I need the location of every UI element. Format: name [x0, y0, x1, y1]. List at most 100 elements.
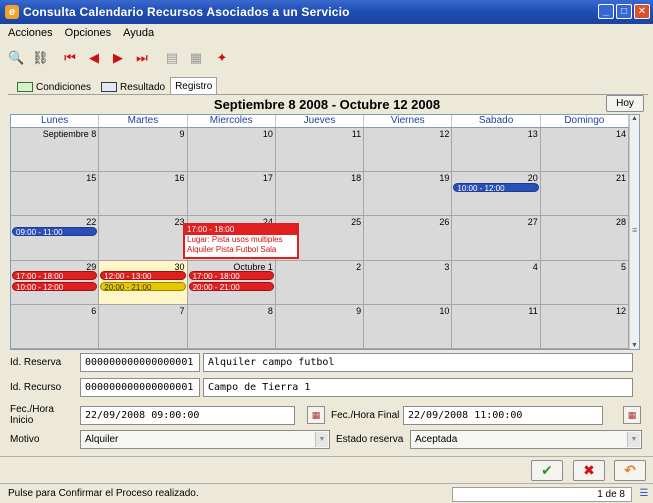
tab-registro[interactable]: Registro [170, 77, 218, 95]
calendar-day-cell[interactable]: 17 [187, 172, 276, 217]
calendar-day-cell[interactable]: 11 [452, 304, 541, 349]
fec-final-field[interactable]: 22/09/2008 11:00:00 [403, 405, 603, 425]
menu-acciones[interactable]: Acciones [8, 27, 53, 39]
undo-button[interactable]: ↶ [614, 460, 646, 481]
calendar-week: 29 17:00 - 18:00 10:00 - 12:00 30 12:00 … [11, 260, 629, 305]
calendar-day-cell[interactable]: 5 [540, 260, 629, 305]
calendar-event[interactable]: 10:00 - 12:00 [12, 281, 98, 291]
calendar-day-cell[interactable]: 9 [99, 128, 188, 173]
calendar-day-cell[interactable]: 28 [540, 216, 629, 261]
calendar-week: 6 7 8 9 10 11 12 [11, 304, 629, 349]
calendar-day-cell[interactable]: 23 [99, 216, 188, 261]
id-recurso-field[interactable]: 000000000000000001 [80, 378, 200, 397]
calendar-day-cell[interactable]: 20 10:00 - 12:00 [452, 172, 541, 217]
calendar-event[interactable]: 20:00 - 21:00 [100, 281, 186, 291]
id-recurso-row: Id. Recurso 000000000000000001 Campo de … [10, 378, 633, 397]
next-record-icon[interactable]: ▶ [110, 50, 126, 66]
first-record-icon[interactable]: ⏮ [62, 50, 78, 66]
calendar-event[interactable]: 20:00 - 21:00 [188, 281, 274, 291]
estado-select[interactable]: Aceptada ▼ [410, 430, 642, 449]
calendar-day-cell[interactable]: 8 [187, 304, 276, 349]
id-reserva-label: Id. Reserva [10, 357, 62, 368]
scroll-down-icon[interactable]: ▼ [630, 342, 639, 349]
calendar-day-cell[interactable]: 12 [540, 304, 629, 349]
day-number: 12 [615, 305, 626, 316]
maximize-button[interactable]: □ [616, 4, 632, 19]
menu-bar: Acciones Opciones Ayuda [0, 24, 653, 42]
calendar-day-cell[interactable]: 16 [99, 172, 188, 217]
motivo-select[interactable]: Alquiler ▼ [80, 430, 330, 449]
fec-inicio-field[interactable]: 22/09/2008 09:00:00 [80, 405, 295, 425]
tab-resultado[interactable]: Resultado [96, 79, 170, 95]
calendar-event[interactable]: 10:00 - 12:00 [453, 183, 539, 193]
calendar-day-cell[interactable]: 10 [364, 304, 453, 349]
close-button[interactable]: ✕ [634, 4, 650, 19]
calendar-day-cell[interactable]: 22 09:00 - 11:00 [11, 216, 100, 261]
navigation-icon[interactable]: ☰ [638, 488, 650, 500]
calendar-picker-icon[interactable]: ▦ [307, 406, 325, 424]
calendar-day-cell[interactable]: 13 [452, 128, 541, 173]
chevron-down-icon[interactable]: ▼ [315, 432, 328, 447]
calendar-day-cell[interactable]: 21 [540, 172, 629, 217]
page-indicator: 1 de 8 [597, 489, 625, 500]
cancel-button[interactable]: ✖ [573, 460, 605, 481]
status-bar: Pulse para Confirmar el Proceso realizad… [0, 483, 653, 503]
search-icon[interactable]: 🔍 [8, 50, 24, 66]
calendar-event[interactable]: 17:00 - 18:00 [12, 270, 98, 280]
calendar-day-cell[interactable]: 12 [364, 128, 453, 173]
calendar-day-cell-today[interactable]: 30 12:00 - 13:00 20:00 - 21:00 [99, 260, 188, 305]
menu-opciones[interactable]: Opciones [65, 27, 111, 39]
calendar-day-cell[interactable]: 19 [364, 172, 453, 217]
day-number: 12 [439, 129, 450, 139]
id-recurso-description: Campo de Tierra 1 [203, 378, 633, 397]
id-reserva-field[interactable]: 000000000000000001 [80, 353, 200, 372]
calendar-day-cell[interactable]: Septiembre 8 [11, 128, 100, 173]
calendar-event[interactable]: 09:00 - 11:00 [12, 227, 98, 237]
last-record-icon[interactable]: ⏭ [134, 50, 150, 66]
day-number: 22 [86, 217, 97, 228]
calendar-event[interactable]: 12:00 - 13:00 [100, 270, 186, 280]
document-icon[interactable]: ▤ [164, 50, 180, 66]
exit-icon[interactable]: ✦ [214, 50, 230, 66]
calendar-day-cell[interactable]: 9 [275, 304, 365, 349]
calendar-day-cell[interactable]: 26 [364, 216, 453, 261]
calendar-week: 15 16 17 18 19 20 10:00 - 12:00 21 [11, 172, 629, 217]
day-number: 15 [86, 173, 97, 184]
calendar-day-cell[interactable]: 29 17:00 - 18:00 10:00 - 12:00 [11, 260, 100, 305]
scroll-up-icon[interactable]: ▲ [630, 115, 639, 122]
day-number: 27 [527, 217, 538, 228]
confirm-button[interactable]: ✔ [531, 460, 563, 481]
calendar-day-cell[interactable]: 2 [275, 260, 365, 305]
motivo-value: Alquiler [85, 434, 119, 445]
calendar-event[interactable]: 17:00 - 18:00 [188, 270, 274, 280]
calendar-week: 22 09:00 - 11:00 23 24 25 26 27 28 [11, 216, 629, 261]
day-number: 10 [262, 129, 273, 139]
calendar-day-cell[interactable]: 15 [11, 172, 100, 217]
calendar-day-cell[interactable]: 11 [275, 128, 365, 173]
scroll-grip-icon[interactable]: ≡ [632, 225, 637, 235]
motivo-row: Motivo Alquiler ▼ Estado reserva Aceptad… [10, 430, 642, 449]
print-icon[interactable]: ▦ [188, 50, 204, 66]
previous-record-icon[interactable]: ◀ [86, 50, 102, 66]
tab-condiciones[interactable]: Condiciones [12, 79, 96, 95]
chevron-down-icon[interactable]: ▼ [627, 432, 640, 447]
calendar-picker-icon[interactable]: ▦ [623, 406, 641, 424]
binoculars-icon[interactable]: ⛓ [32, 50, 49, 66]
estado-label: Estado reserva [336, 434, 404, 445]
weekday-sabado: Sabado [452, 115, 541, 127]
calendar-day-cell[interactable]: 6 [11, 304, 100, 349]
today-button[interactable]: Hoy [606, 95, 644, 112]
calendar-day-cell[interactable]: 3 [364, 260, 453, 305]
calendar-day-cell[interactable]: 10 [187, 128, 276, 173]
tab-label: Condiciones [36, 81, 92, 93]
calendar-day-cell[interactable]: 27 [452, 216, 541, 261]
calendar-day-cell[interactable]: Octubre 1 17:00 - 18:00 20:00 - 21:00 [187, 260, 276, 305]
calendar-day-cell[interactable]: 7 [99, 304, 188, 349]
calendar-day-cell[interactable]: 18 [275, 172, 365, 217]
calendar-day-cell[interactable]: 14 [540, 128, 629, 173]
minimize-button[interactable]: _ [598, 4, 614, 19]
day-number: 9 [179, 129, 185, 139]
calendar-scrollbar[interactable]: ▲ ≡ ▼ [629, 115, 639, 349]
menu-ayuda[interactable]: Ayuda [123, 27, 154, 39]
calendar-day-cell[interactable]: 4 [452, 260, 541, 305]
